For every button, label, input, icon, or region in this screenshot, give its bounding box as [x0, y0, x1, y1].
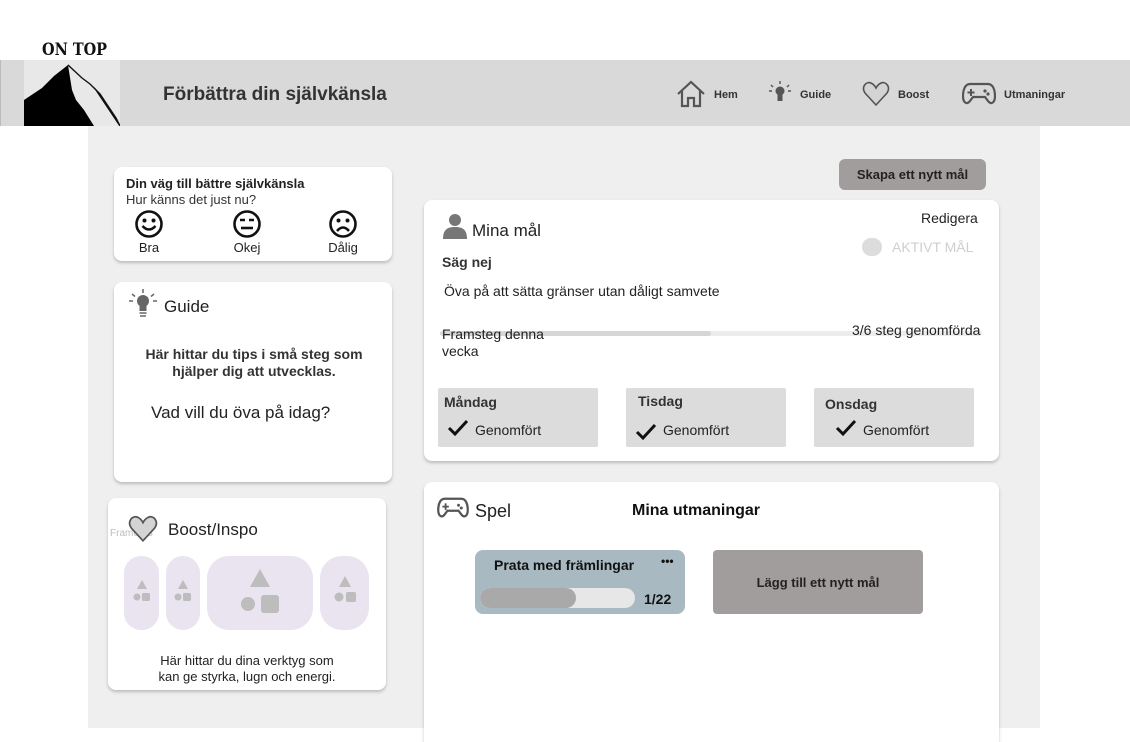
sad-face-icon: [318, 209, 368, 239]
games-subtitle: Mina utmaningar: [632, 502, 761, 519]
nav-label-guide: Guide: [800, 89, 832, 101]
toggle-knob: [862, 238, 882, 256]
goal-description: Öva på att sätta gränser utan dåligt sam…: [444, 283, 720, 299]
active-goal-label: AKTIVT MÅL: [892, 239, 974, 255]
logo-mountain[interactable]: [24, 60, 121, 127]
create-goal-button[interactable]: Skapa ett nytt mål: [839, 159, 986, 190]
day-card-onsdag[interactable]: Onsdag Genomfört: [814, 388, 974, 447]
challenge-card[interactable]: Prata med främlingar ••• 1/22: [475, 550, 685, 614]
add-goal-button[interactable]: Lägg till ett nytt mål: [713, 550, 923, 614]
day-status-label: Genomfört: [663, 421, 730, 438]
heart-icon: [862, 81, 890, 110]
day-status-label: Genomfört: [475, 421, 542, 438]
nav-item-boost[interactable]: Boost: [862, 80, 929, 110]
mood-label-okej: Okej: [233, 240, 261, 255]
mood-card-title: Din väg till bättre självkänsla: [126, 176, 305, 191]
mood-option-okej[interactable]: Okej: [222, 209, 272, 257]
guide-card-title: Guide: [164, 297, 210, 316]
boost-tile-1[interactable]: [124, 556, 159, 630]
active-goal-toggle[interactable]: AKTIVT MÅL: [862, 238, 973, 256]
home-icon: [676, 80, 706, 111]
boost-card-title: Boost/Inspo: [168, 520, 258, 539]
goal-name: Säg nej: [442, 254, 492, 270]
day-card-mandag[interactable]: Måndag Genomfört: [438, 388, 598, 447]
games-card: Spel Mina utmaningar Prata med främlinga…: [424, 482, 999, 742]
nav-item-hem[interactable]: Hem: [676, 80, 738, 110]
mood-option-dalig[interactable]: Dålig: [318, 209, 368, 257]
day-status: Genomfört: [635, 414, 729, 445]
day-title: Onsdag: [825, 396, 878, 412]
day-card-tisdag[interactable]: Tisdag Genomfört: [626, 388, 786, 447]
challenge-name: Prata med främlingar: [494, 557, 635, 573]
boost-card[interactable]: Frame 18 Boost/Inspo Här hittar du dina …: [108, 498, 386, 690]
checkmark-icon: [835, 418, 857, 441]
day-status: Genomfört: [447, 418, 541, 441]
guide-prompt: Vad vill du öva på idag?: [151, 403, 331, 422]
day-title: Måndag: [444, 394, 497, 410]
page-title: Förbättra din självkänsla: [163, 84, 387, 105]
mood-label-bra: Bra: [138, 240, 160, 255]
challenge-progress-bar: [480, 588, 635, 608]
nav-label-boost: Boost: [898, 89, 930, 101]
guide-card[interactable]: Guide Här hittar du tips i små steg som …: [114, 282, 392, 482]
user-icon: [442, 213, 468, 244]
progress-text: 3/6 steg genomförda: [852, 322, 981, 338]
boost-description: Här hittar du dina verktyg som kan ge st…: [128, 653, 366, 685]
boost-description-line-1: Här hittar du dina verktyg som: [160, 653, 334, 668]
edit-goals-link[interactable]: Redigera: [921, 210, 978, 226]
nav-label-utmaningar: Utmaningar: [1004, 89, 1066, 101]
day-status-label: Genomfört: [863, 421, 930, 438]
guide-description: Här hittar du tips i små steg som hjälpe…: [145, 346, 363, 379]
lightbulb-icon: [128, 287, 158, 324]
mood-card: Din väg till bättre självkänsla Hur känn…: [114, 167, 392, 261]
boost-tile-2[interactable]: [166, 556, 200, 630]
mood-option-bra[interactable]: Bra: [124, 209, 174, 257]
nav-item-guide[interactable]: Guide: [768, 80, 831, 110]
boost-tile-3[interactable]: [320, 556, 369, 630]
nav-label-hem: Hem: [714, 89, 738, 101]
gamepad-icon: [437, 496, 469, 525]
heart-icon: [128, 515, 158, 548]
boost-description-line-2: kan ge styrka, lugn och energi.: [158, 669, 336, 684]
brand-name: ON TOP: [42, 40, 108, 60]
games-title: Spel: [475, 501, 512, 521]
boost-tile-featured[interactable]: [207, 556, 313, 630]
challenge-progress-text: 1/22: [644, 591, 672, 607]
checkmark-icon: [635, 414, 657, 445]
goals-card: Mina mål Redigera AKTIVT MÅL Säg nej Öva…: [424, 200, 999, 461]
mood-label-dalig: Dålig: [328, 240, 358, 255]
nav-item-utmaningar[interactable]: Utmaningar: [961, 80, 1066, 110]
progress-label: Framsteg denna vecka: [442, 326, 544, 359]
challenge-progress-fill: [480, 588, 577, 608]
day-status: Genomfört: [835, 418, 929, 441]
challenge-menu-button[interactable]: •••: [661, 554, 674, 568]
mood-question: Hur känns det just nu?: [126, 192, 257, 207]
gamepad-icon: [961, 81, 997, 110]
lightbulb-icon: [768, 80, 792, 111]
neutral-face-icon: [222, 209, 272, 239]
goals-title: Mina mål: [472, 221, 541, 240]
day-title: Tisdag: [638, 393, 683, 409]
smile-face-icon: [124, 209, 174, 239]
checkmark-icon: [447, 418, 469, 441]
